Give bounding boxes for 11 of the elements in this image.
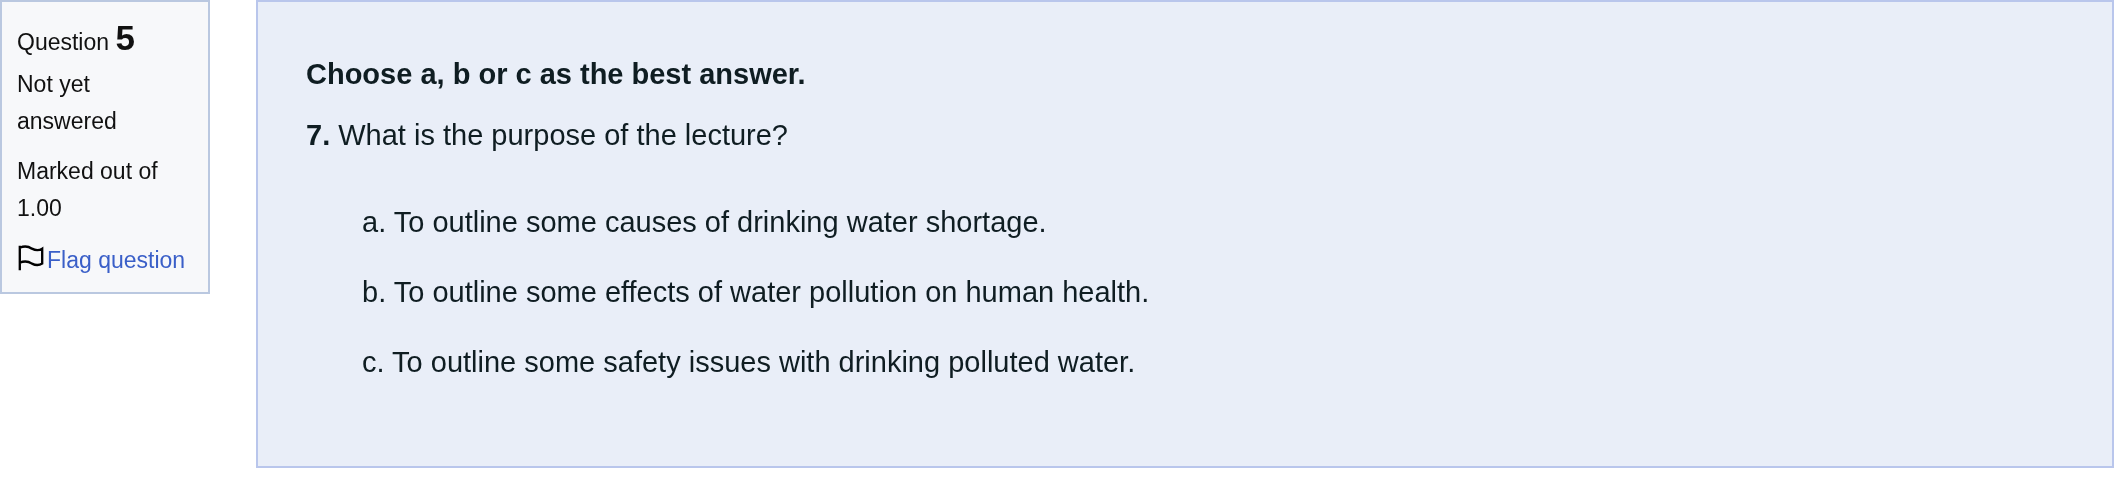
- flag-question-link[interactable]: Flag question: [47, 247, 186, 273]
- marks-text: Marked out of 1.00: [17, 157, 159, 223]
- question-label: Question: [17, 29, 110, 55]
- flag-icon[interactable]: [17, 244, 45, 272]
- question-number: 5: [115, 18, 135, 57]
- question-text: 7. What is the purpose of the lecture?: [306, 119, 789, 152]
- answer-state: Not yet answered: [17, 70, 118, 136]
- answer-option[interactable]: b. To outline some effects of water pollution on human health.: [362, 276, 1150, 309]
- instruction-text: Choose a, b or c as the best answer.: [306, 58, 807, 91]
- answer-option[interactable]: c. To outline some safety issues with drinking polluted water.: [362, 346, 1136, 379]
- answer-option[interactable]: a. To outline some causes of drinking water shortage.: [362, 206, 1047, 239]
